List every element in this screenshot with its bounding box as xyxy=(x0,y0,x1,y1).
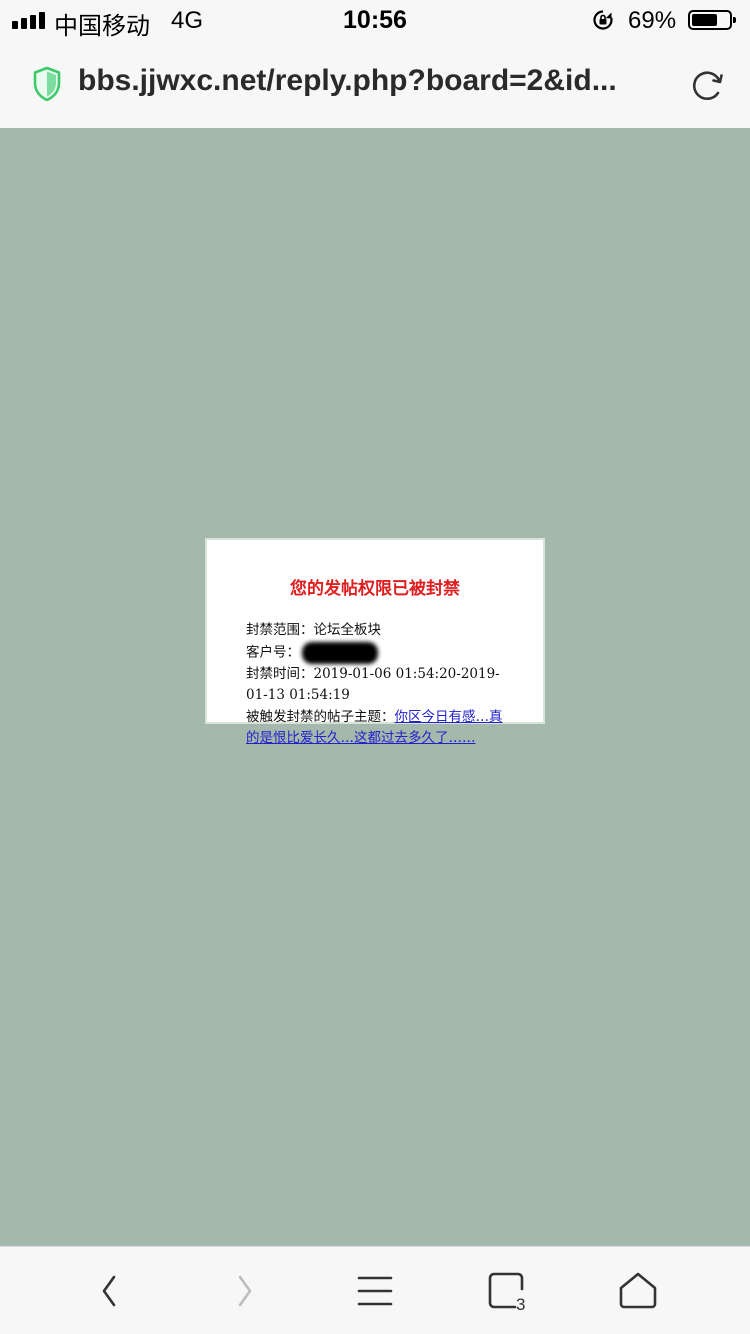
address-bar[interactable]: bbs.jjwxc.net/reply.php?board=2&id... xyxy=(0,40,750,128)
trigger-topic-row: 被触发封禁的帖子主题：你区今日有感…真的是恨比爱长久…这都过去多久了…… xyxy=(246,707,508,750)
back-icon[interactable] xyxy=(88,1269,132,1313)
url-text[interactable]: bbs.jjwxc.net/reply.php?board=2&id... xyxy=(78,64,668,98)
home-icon[interactable] xyxy=(616,1269,660,1313)
tabs-count: 3 xyxy=(516,1295,525,1313)
ban-scope-label: 封禁范围： xyxy=(246,622,314,638)
rotation-lock-icon xyxy=(593,10,613,30)
reload-icon[interactable] xyxy=(688,66,726,104)
client-id-redacted xyxy=(302,641,378,664)
ban-notice-details: 封禁范围：论坛全板块 客户号： 封禁时间：2019-01-06 01:54:20… xyxy=(246,620,508,750)
client-id-row: 客户号： xyxy=(246,641,508,664)
forward-icon[interactable] xyxy=(222,1269,266,1313)
ban-time-label: 封禁时间： xyxy=(246,665,314,682)
ban-scope-value: 论坛全板块 xyxy=(313,622,382,638)
client-id-label: 客户号： xyxy=(246,644,300,660)
ban-notice-title: 您的发帖权限已被封禁 xyxy=(290,579,460,599)
trigger-topic-label: 被触发封禁的帖子主题： xyxy=(246,708,395,725)
menu-icon[interactable] xyxy=(353,1269,397,1313)
ban-scope-row: 封禁范围：论坛全板块 xyxy=(246,620,508,642)
shield-icon xyxy=(33,66,61,102)
battery-percentage: 69% xyxy=(628,7,677,34)
status-bar: 中国移动 4G 10:56 69% xyxy=(0,0,750,40)
browser-toolbar: 3 xyxy=(0,1246,750,1334)
tabs-button[interactable]: 3 xyxy=(486,1269,530,1314)
tabs-icon: 3 xyxy=(488,1272,525,1314)
ban-time-row: 封禁时间：2019-01-06 01:54:20-2019-01-13 01:5… xyxy=(246,664,508,707)
battery-icon xyxy=(688,10,736,30)
battery-level-fill xyxy=(692,14,717,26)
